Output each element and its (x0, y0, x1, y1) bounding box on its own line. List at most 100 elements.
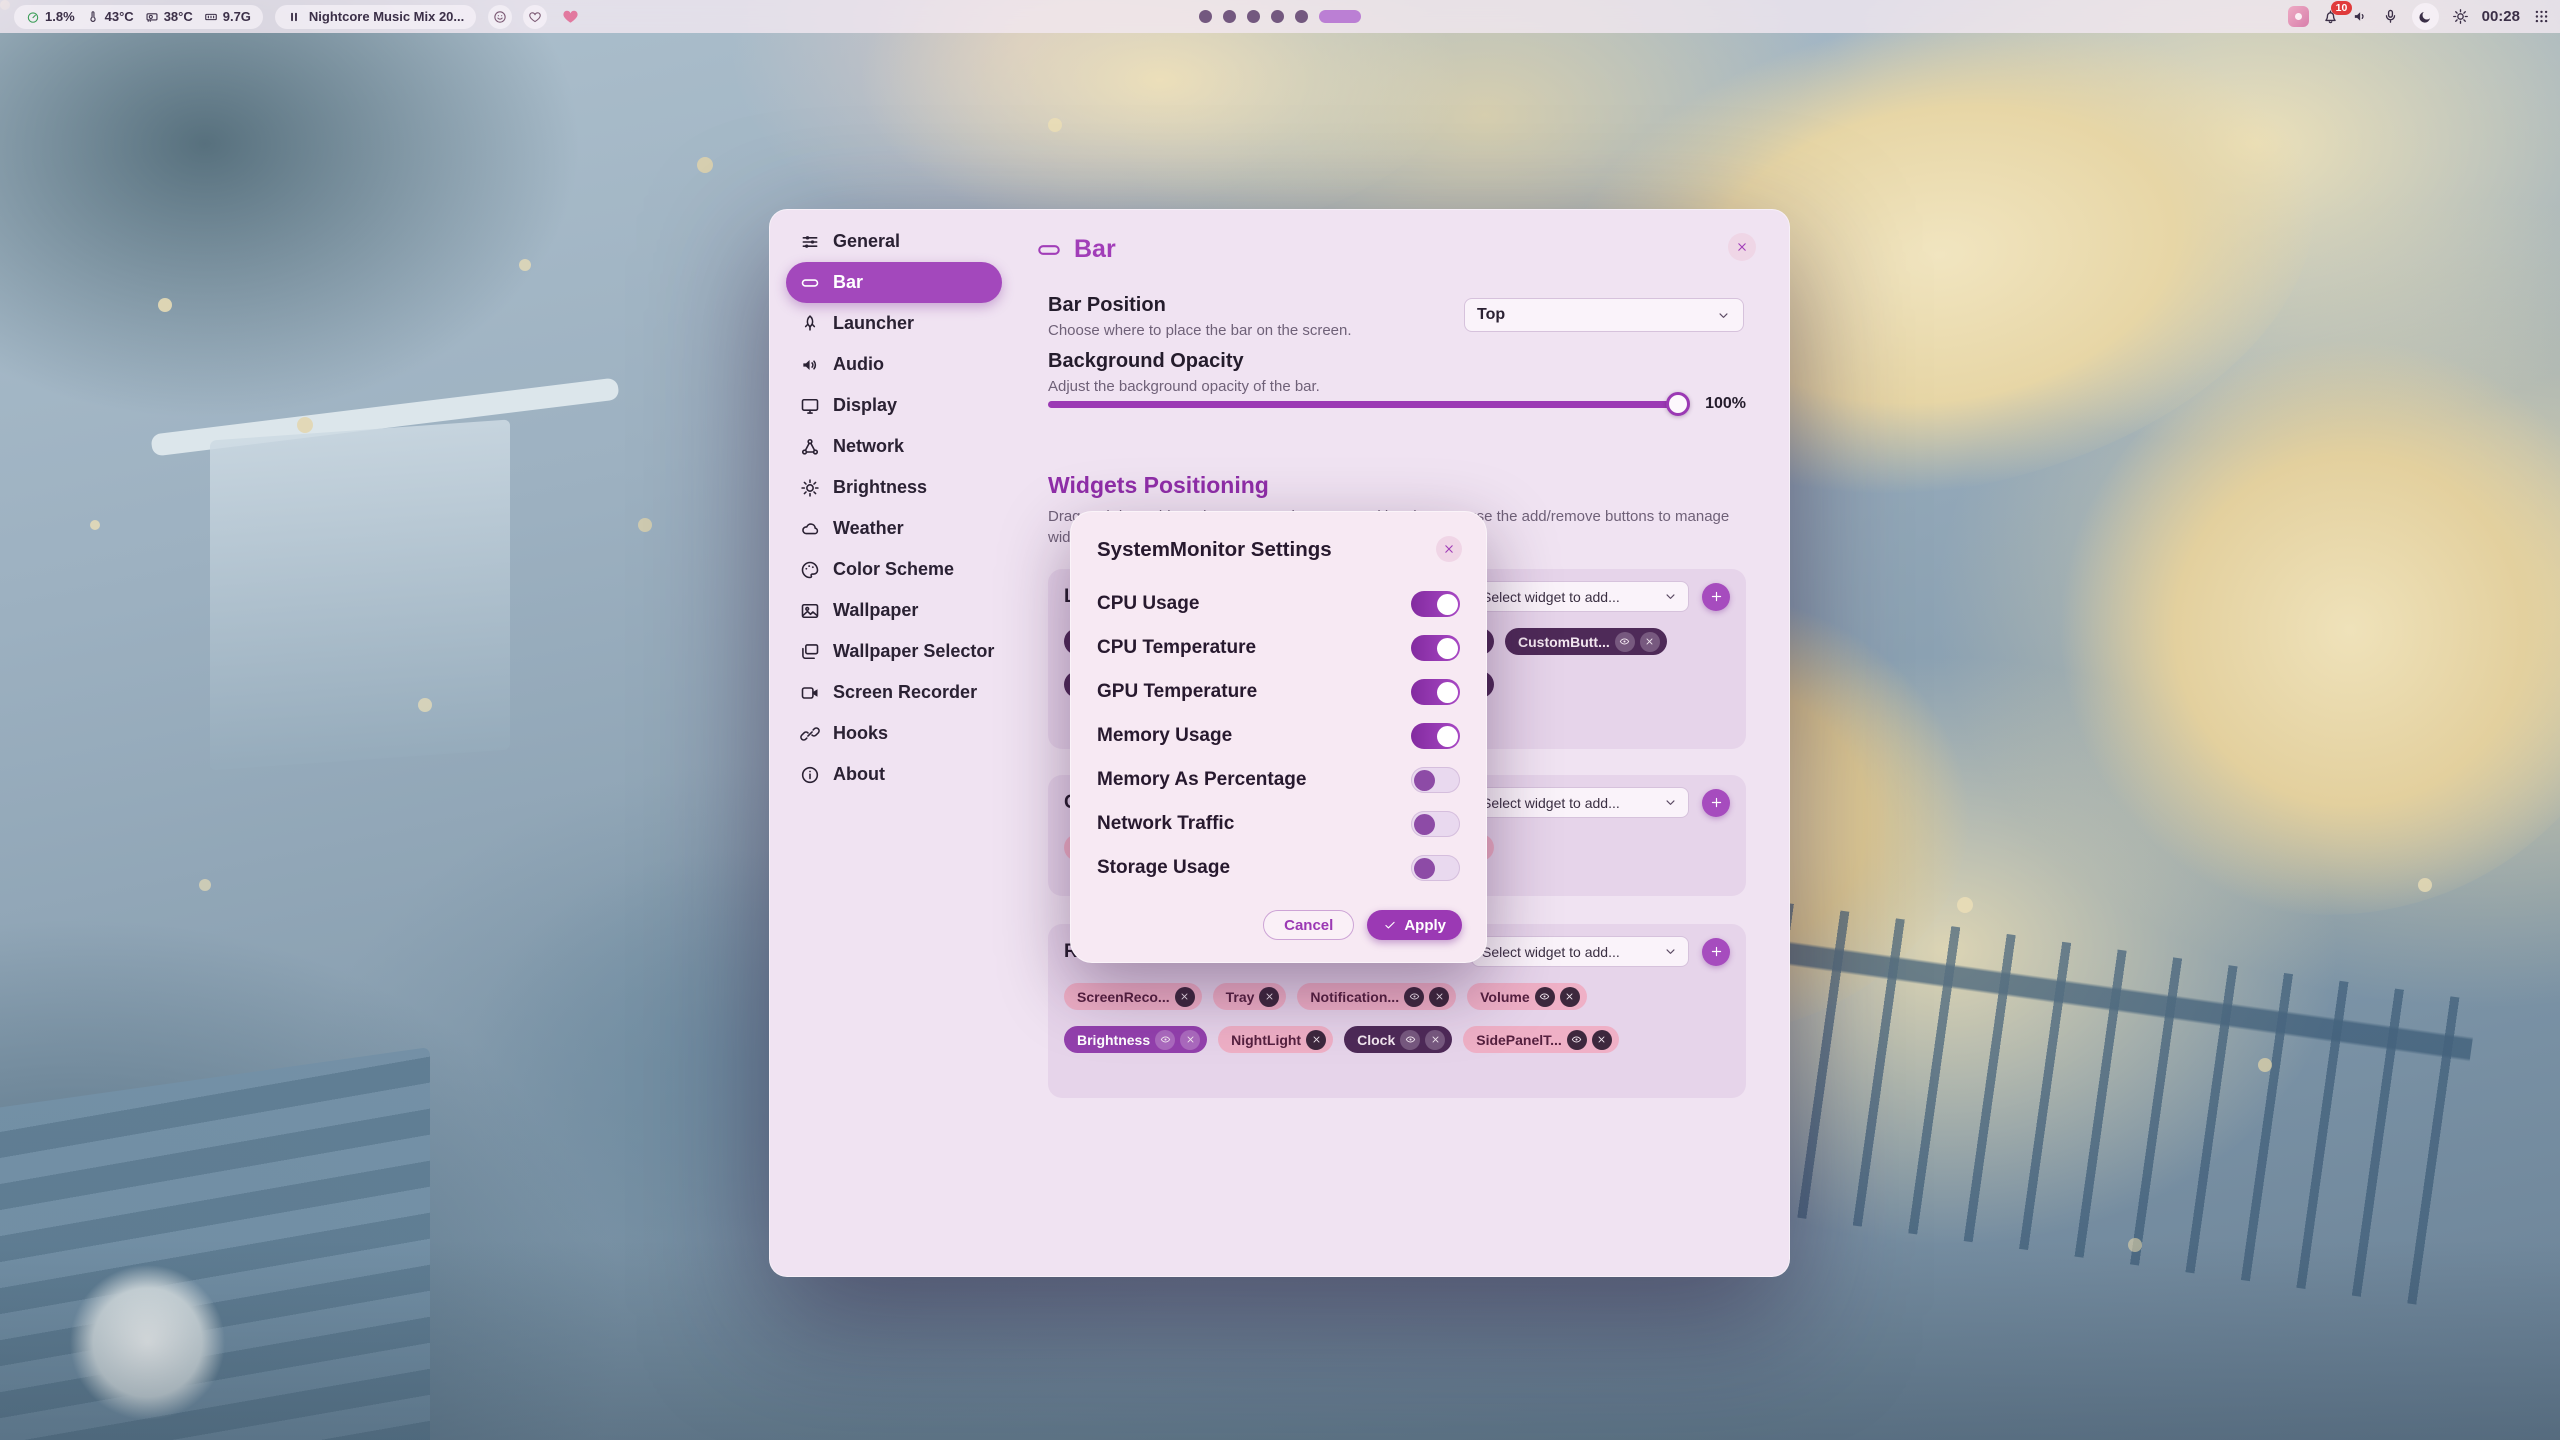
system-stats-pill: 1.8%43°C38°C9.7G (14, 5, 263, 29)
widget-chip-label: Notification... (1310, 989, 1399, 1005)
modal-actions: Cancel Apply (1263, 910, 1462, 940)
plus-icon (1709, 795, 1724, 810)
toggle-switch[interactable] (1411, 723, 1460, 749)
leaf-cluster (860, 0, 1460, 240)
widget-chip-row: Brightness NightLight Clock SidePanelT... (1064, 1026, 1730, 1053)
media-pill[interactable]: Nightcore Music Mix 20... (275, 5, 476, 29)
apply-label: Apply (1404, 917, 1446, 934)
eye-icon[interactable] (1155, 1030, 1175, 1050)
widget-chip[interactable]: NightLight (1218, 1026, 1333, 1053)
volume-button[interactable] (2352, 8, 2369, 25)
opacity-slider-track[interactable] (1048, 401, 1688, 408)
widget-chip-label: Clock (1357, 1032, 1395, 1048)
modal-title: SystemMonitor Settings (1097, 538, 1332, 562)
workspace-dot[interactable] (1199, 10, 1212, 23)
widget-group-controls: Select widget to add... (1471, 936, 1730, 967)
remove-icon[interactable] (1180, 1030, 1200, 1050)
widget-chip[interactable]: Notification... (1297, 983, 1456, 1010)
brightness-button[interactable] (2452, 8, 2469, 25)
eye-icon[interactable] (1404, 987, 1424, 1007)
quick-button-2[interactable] (523, 5, 547, 29)
stat-4: 9.7G (204, 9, 251, 24)
gpu-icon (145, 10, 159, 24)
widgets-positioning-title: Widgets Positioning (1048, 472, 1269, 499)
page-header: Bar (1036, 235, 1116, 264)
workspace-dot[interactable] (1295, 10, 1308, 23)
heart-outline-icon (528, 10, 542, 24)
bar-position-value: Top (1477, 306, 1505, 324)
remove-icon[interactable] (1560, 987, 1580, 1007)
eye-icon[interactable] (1567, 1030, 1587, 1050)
remove-icon[interactable] (1429, 987, 1449, 1007)
bar-position-select[interactable]: Top (1464, 298, 1744, 332)
heart-icon (561, 7, 580, 26)
remove-icon[interactable] (1640, 632, 1660, 652)
widget-chip-label: ScreenReco... (1077, 989, 1170, 1005)
page-title: Bar (1074, 235, 1116, 264)
widget-chip[interactable]: SidePanelT... (1463, 1026, 1619, 1053)
widget-add-select[interactable]: Select widget to add... (1471, 787, 1689, 818)
mic-button[interactable] (2382, 8, 2399, 25)
quick-button-1[interactable] (488, 5, 512, 29)
add-widget-button[interactable] (1702, 583, 1730, 611)
toggle-row: CPU Temperature (1071, 626, 1486, 670)
widget-chip[interactable]: Clock (1344, 1026, 1452, 1053)
remove-icon[interactable] (1306, 1030, 1326, 1050)
app-grid-button[interactable] (2533, 8, 2550, 25)
chevron-down-icon (1716, 308, 1731, 323)
widget-chip[interactable]: ScreenReco... (1064, 983, 1202, 1010)
stat-value: 1.8% (45, 9, 75, 24)
workspace-active[interactable] (1319, 10, 1361, 23)
modal-close-button[interactable] (1436, 536, 1462, 562)
widget-add-select[interactable]: Select widget to add... (1471, 936, 1689, 967)
toggle-switch[interactable] (1411, 855, 1460, 881)
toggle-switch[interactable] (1411, 767, 1460, 793)
remove-icon[interactable] (1259, 987, 1279, 1007)
remove-icon[interactable] (1425, 1030, 1445, 1050)
notifications-button[interactable]: 10 (2322, 8, 2339, 25)
add-widget-button[interactable] (1702, 789, 1730, 817)
plus-icon (1709, 589, 1724, 604)
eye-icon[interactable] (1535, 987, 1555, 1007)
chevron-down-icon (1663, 795, 1678, 810)
color-picker-icon[interactable] (2288, 6, 2309, 27)
workspace-dot[interactable] (1223, 10, 1236, 23)
eye-icon[interactable] (1400, 1030, 1420, 1050)
night-mode-button[interactable] (2412, 3, 2439, 30)
eye-icon[interactable] (1615, 632, 1635, 652)
toggle-switch[interactable] (1411, 811, 1460, 837)
toggle-label: Network Traffic (1097, 813, 1234, 835)
widget-chip[interactable]: Volume (1467, 983, 1587, 1010)
opacity-slider-handle[interactable] (1666, 392, 1690, 416)
quick-button-3[interactable] (558, 5, 582, 29)
toggle-row: Network Traffic (1071, 802, 1486, 846)
building (210, 420, 510, 771)
remove-icon[interactable] (1175, 987, 1195, 1007)
toggle-switch[interactable] (1411, 679, 1460, 705)
widget-chip-label: NightLight (1231, 1032, 1301, 1048)
widget-add-placeholder: Select widget to add... (1482, 795, 1620, 811)
widget-chip[interactable]: Tray (1213, 983, 1287, 1010)
toggle-switch[interactable] (1411, 635, 1460, 661)
widget-chip[interactable]: CustomButt... (1505, 628, 1667, 655)
toggle-label: Memory As Percentage (1097, 769, 1306, 791)
workspace-dot[interactable] (1247, 10, 1260, 23)
toggle-label: Memory Usage (1097, 725, 1232, 747)
cancel-button[interactable]: Cancel (1263, 910, 1354, 940)
grid-icon (2533, 8, 2550, 25)
widget-chip[interactable]: Brightness (1064, 1026, 1207, 1053)
widget-chip-label: Volume (1480, 989, 1530, 1005)
clock[interactable]: 00:28 (2482, 8, 2520, 25)
toggle-row: Memory Usage (1071, 714, 1486, 758)
add-widget-button[interactable] (1702, 938, 1730, 966)
workspace-dot[interactable] (1271, 10, 1284, 23)
toggle-row: Memory As Percentage (1071, 758, 1486, 802)
apply-button[interactable]: Apply (1367, 910, 1462, 940)
top-bar: 1.8%43°C38°C9.7G Nightcore Music Mix 20.… (0, 0, 2560, 33)
widget-add-select[interactable]: Select widget to add... (1471, 581, 1689, 612)
widget-chip-label: Tray (1226, 989, 1255, 1005)
media-title: Nightcore Music Mix 20... (309, 9, 464, 24)
modal-toggles: CPU UsageCPU TemperatureGPU TemperatureM… (1071, 582, 1486, 890)
toggle-switch[interactable] (1411, 591, 1460, 617)
remove-icon[interactable] (1592, 1030, 1612, 1050)
